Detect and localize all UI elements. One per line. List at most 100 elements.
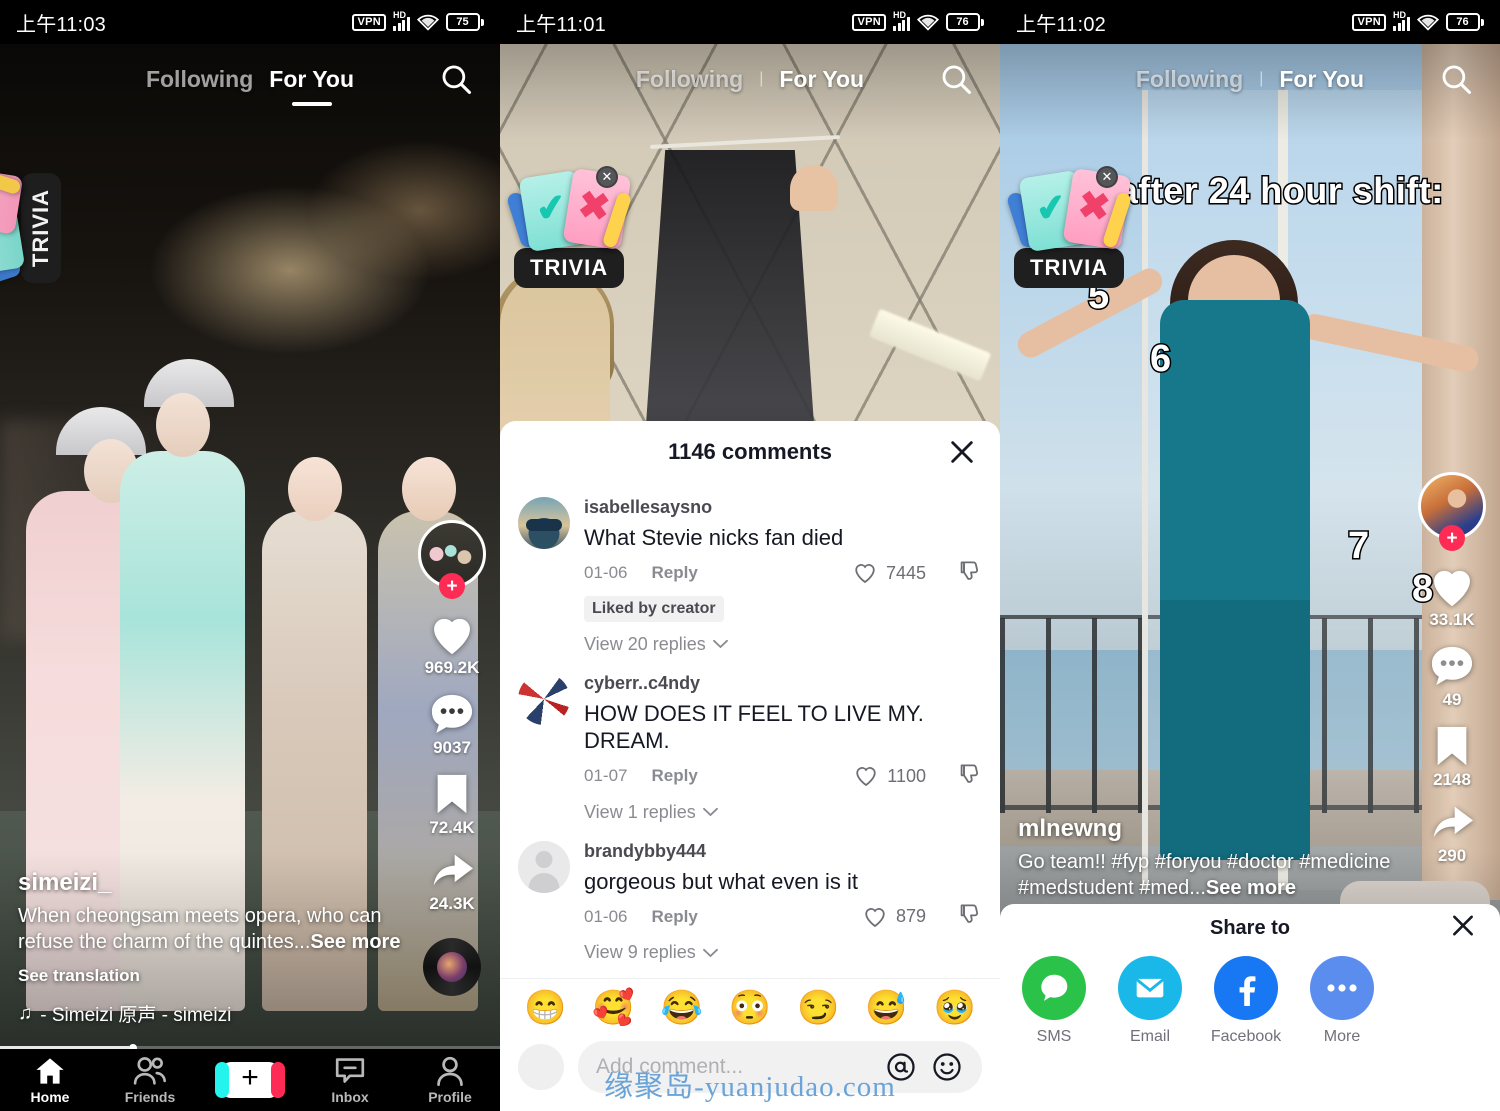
comment-item[interactable]: brandybby444 gorgeous but what even is i… — [518, 827, 982, 968]
creator-avatar-3[interactable]: + — [1418, 472, 1486, 551]
share-button-3[interactable]: 290 — [1429, 804, 1475, 866]
nav-create[interactable]: + — [205, 1062, 295, 1098]
trivia-cards-icon: ✔ ✖ ✕ — [1005, 166, 1133, 253]
share-facebook[interactable]: Facebook — [1211, 956, 1281, 1046]
like-button-1[interactable]: 969.2K — [424, 614, 480, 678]
music-disc[interactable] — [423, 938, 481, 996]
share-targets: SMS Email Facebook More — [1000, 952, 1500, 1046]
comment-item[interactable]: nanner_smoosher — [518, 967, 982, 978]
nav-inbox[interactable]: Inbox — [305, 1056, 395, 1105]
comments-list[interactable]: isabellesaysno What Stevie nicks fan die… — [500, 483, 1000, 978]
follow-button[interactable]: + — [439, 573, 465, 599]
close-share-button[interactable] — [1450, 913, 1476, 944]
comment-reply-button[interactable]: Reply — [651, 766, 697, 786]
comment-like-button[interactable]: 879 — [863, 906, 926, 928]
heart-icon — [434, 618, 470, 655]
follow-button[interactable]: + — [1439, 525, 1465, 551]
tab-for-you[interactable]: For You — [1279, 66, 1364, 93]
tab-following[interactable]: Following — [636, 66, 743, 93]
status-bar: 上午11:03 VPN HD 75 — [0, 0, 500, 44]
emoji-pleading[interactable]: 🥹 — [934, 991, 976, 1025]
comment-button-3[interactable]: 49 — [1429, 644, 1475, 710]
comment-item[interactable]: isabellesaysno What Stevie nicks fan die… — [518, 483, 982, 659]
emoji-smirk[interactable]: 😏 — [797, 991, 839, 1025]
see-more-link[interactable]: See more — [1206, 877, 1296, 899]
thumbs-down-icon — [960, 764, 979, 783]
bottom-navigation: Home Friends + Inbox Profile — [0, 1049, 500, 1111]
comment-username[interactable]: isabellesaysno — [584, 497, 982, 518]
friends-icon — [133, 1056, 166, 1085]
tab-following[interactable]: Following — [1136, 66, 1243, 93]
emoji-sweat-smile[interactable]: 😅 — [865, 991, 907, 1025]
view-replies-button[interactable]: View 20 replies — [584, 634, 982, 655]
comment-dislike-button[interactable] — [958, 763, 982, 790]
tab-for-you-label: For You — [779, 65, 865, 92]
like-count: 969.2K — [424, 658, 480, 677]
comment-reply-button[interactable]: Reply — [651, 563, 697, 583]
inbox-icon — [335, 1057, 365, 1083]
trivia-badge-1[interactable]: ✔ ✖ ✕ TRIVIA — [0, 164, 62, 292]
trivia-badge-3[interactable]: ✔ ✖ ✕ TRIVIA — [1005, 166, 1133, 288]
comment-like-button[interactable]: 1100 — [854, 765, 926, 787]
view-replies-button[interactable]: View 9 replies — [584, 942, 982, 963]
comment-item[interactable]: cyberr..c4ndy HOW DOES IT FEEL TO LIVE M… — [518, 659, 982, 827]
share-more[interactable]: More — [1310, 956, 1374, 1046]
comment-dislike-button[interactable] — [958, 560, 982, 587]
comment-username[interactable]: brandybby444 — [584, 841, 982, 862]
comment-avatar[interactable] — [518, 840, 570, 893]
caption-username[interactable]: simeizi_ — [18, 869, 404, 897]
comment-bubble-icon — [1431, 646, 1473, 685]
trivia-badge-2[interactable]: ✔ ✖ ✕ TRIVIA — [505, 166, 633, 288]
share-email[interactable]: Email — [1118, 956, 1182, 1046]
comment-bubble-icon — [431, 694, 473, 733]
search-button[interactable] — [434, 57, 478, 101]
wifi-icon — [416, 14, 439, 31]
phone-screen-2: 上午11:01 VPN HD 76 Following | For You ✔ … — [500, 0, 1000, 1111]
comment-like-button[interactable]: 7445 — [853, 562, 926, 584]
see-more-link[interactable]: See more — [310, 931, 400, 953]
trivia-close-button[interactable]: ✕ — [1096, 166, 1118, 188]
nav-friends[interactable]: Friends — [105, 1056, 195, 1105]
comments-sheet: 1146 comments isabellesaysno What Stevie… — [500, 421, 1000, 1111]
comment-avatar[interactable] — [518, 672, 570, 725]
create-plus-icon[interactable]: + — [215, 1062, 285, 1098]
emoji-hearts[interactable]: 🥰 — [592, 991, 634, 1025]
x-mark-icon: ✖ — [574, 183, 613, 231]
feed-tabs: Following | For You — [1000, 44, 1500, 114]
nav-profile[interactable]: Profile — [405, 1056, 495, 1105]
comment-username[interactable]: cyberr..c4ndy — [584, 673, 982, 694]
search-button[interactable] — [934, 57, 978, 101]
trivia-close-button[interactable]: ✕ — [596, 166, 618, 188]
bookmark-button-3[interactable]: 2148 — [1432, 724, 1472, 790]
comment-like-count: 7445 — [885, 562, 926, 583]
emoji-grin[interactable]: 😁 — [524, 991, 566, 1025]
view-replies-button[interactable]: View 1 replies — [584, 802, 982, 823]
x-mark-icon: ✖ — [1074, 183, 1113, 231]
comment-dislike-button[interactable] — [958, 903, 982, 930]
comment-button-1[interactable]: 9037 — [429, 692, 475, 758]
share-sms[interactable]: SMS — [1022, 956, 1086, 1046]
music-info[interactable]: ♫ - Simeizi 原声 - simeizi — [18, 1000, 404, 1027]
bookmark-button-1[interactable]: 72.4K — [429, 772, 475, 838]
creator-avatar-1[interactable]: + — [418, 520, 486, 599]
caption-username[interactable]: mlnewng — [1018, 815, 1404, 843]
share-button-1[interactable]: 24.3K — [429, 852, 475, 914]
quick-emoji-row: 😁 🥰 😂 😳 😏 😅 🥹 — [500, 978, 1000, 1031]
comment-avatar[interactable] — [518, 497, 570, 549]
search-button[interactable] — [1434, 57, 1478, 101]
nav-home[interactable]: Home — [5, 1056, 95, 1105]
like-button-3[interactable]: 33.1K — [1429, 566, 1475, 630]
tab-for-you[interactable]: For You — [269, 66, 354, 106]
share-arrow-icon — [433, 854, 473, 886]
nav-profile-label: Profile — [428, 1088, 472, 1105]
tab-for-you[interactable]: For You — [779, 66, 864, 93]
emoji-joy[interactable]: 😂 — [661, 991, 703, 1025]
tab-following[interactable]: Following — [146, 66, 253, 93]
close-comments-button[interactable] — [946, 436, 978, 468]
hd-label: HD — [1393, 10, 1406, 20]
emoji-flushed[interactable]: 😳 — [729, 991, 771, 1025]
see-translation-link[interactable]: See translation — [18, 966, 404, 986]
status-time: 上午11:03 — [16, 13, 106, 36]
comment-reply-button[interactable]: Reply — [651, 907, 697, 927]
share-sheet: Share to SMS Email Facebook More — [1000, 904, 1500, 1111]
